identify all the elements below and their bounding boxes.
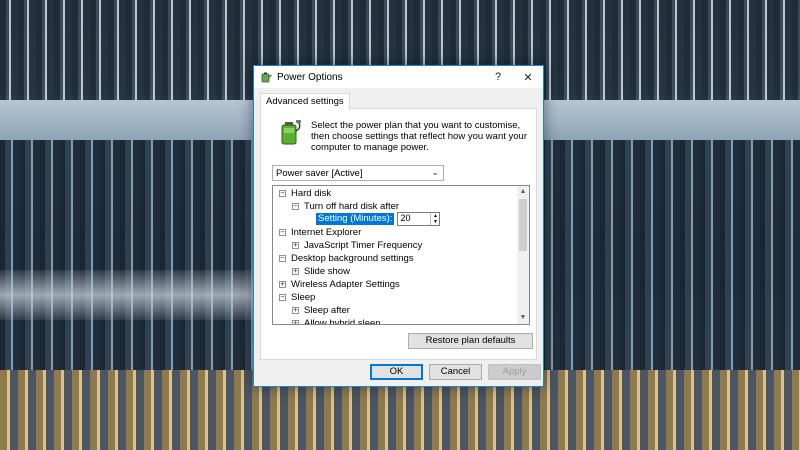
setting-minutes-stepper[interactable]: 20 ▲ ▼ <box>397 211 441 226</box>
collapse-icon[interactable]: − <box>279 255 286 262</box>
power-plan-select[interactable]: Power saver [Active] ⌄ <box>272 165 444 181</box>
expand-icon[interactable]: + <box>292 242 299 249</box>
window-title: Power Options <box>277 71 343 83</box>
tree-item-internet-explorer[interactable]: − Internet Explorer <box>279 226 361 239</box>
tree-item-setting-minutes[interactable]: Setting (Minutes): 20 ▲ ▼ <box>316 211 441 226</box>
power-options-dialog: Power Options ? ✕ Advanced settings Sele… <box>253 65 544 387</box>
tree-item-allow-hybrid-sleep[interactable]: + Allow hybrid sleep <box>292 317 381 324</box>
chevron-down-icon: ⌄ <box>431 167 439 177</box>
collapse-icon[interactable]: − <box>279 294 286 301</box>
battery-plug-icon <box>281 120 301 145</box>
collapse-icon[interactable]: − <box>279 229 286 236</box>
title-bar[interactable]: Power Options ? ✕ <box>254 66 543 88</box>
cancel-button[interactable]: Cancel <box>429 364 482 380</box>
help-button[interactable]: ? <box>483 66 513 88</box>
apply-button[interactable]: Apply <box>488 364 541 380</box>
scrollbar-thumb[interactable] <box>519 199 527 251</box>
power-options-icon <box>261 72 272 83</box>
power-plan-value: Power saver [Active] <box>276 167 363 179</box>
close-icon: ✕ <box>523 71 533 84</box>
scroll-up-icon[interactable]: ▲ <box>517 186 529 198</box>
tree-item-wireless[interactable]: + Wireless Adapter Settings <box>279 278 400 291</box>
tree-item-sleep-after[interactable]: + Sleep after <box>292 304 350 317</box>
advanced-settings-panel: Select the power plan that you want to c… <box>260 108 537 360</box>
expand-icon[interactable]: + <box>292 268 299 275</box>
setting-minutes-label: Setting (Minutes): <box>316 212 395 225</box>
wallpaper-mist <box>0 270 260 320</box>
help-icon: ? <box>494 71 502 83</box>
stepper-down-icon[interactable]: ▼ <box>431 219 439 225</box>
close-button[interactable]: ✕ <box>513 66 543 88</box>
tree-item-sleep[interactable]: − Sleep <box>279 291 315 304</box>
scroll-down-icon[interactable]: ▼ <box>517 312 529 324</box>
expand-icon[interactable]: + <box>279 281 286 288</box>
expand-icon[interactable]: + <box>292 307 299 314</box>
settings-tree[interactable]: − Hard disk − Turn off hard disk after S… <box>272 185 530 325</box>
description-text: Select the power plan that you want to c… <box>311 120 527 153</box>
tree-item-desktop-background[interactable]: − Desktop background settings <box>279 252 414 265</box>
restore-plan-defaults-button[interactable]: Restore plan defaults <box>408 333 533 349</box>
collapse-icon[interactable]: − <box>279 190 286 197</box>
tree-scrollbar[interactable]: ▲ ▼ <box>517 186 529 324</box>
tree-item-slide-show[interactable]: + Slide show <box>292 265 350 278</box>
collapse-icon[interactable]: − <box>292 203 299 210</box>
tab-advanced-settings[interactable]: Advanced settings <box>260 93 350 110</box>
tree-item-js-timer[interactable]: + JavaScript Timer Frequency <box>292 239 422 252</box>
tree-item-hard-disk[interactable]: − Hard disk <box>279 187 331 200</box>
expand-icon[interactable]: + <box>292 320 299 324</box>
ok-button[interactable]: OK <box>370 364 423 380</box>
setting-minutes-input[interactable]: 20 <box>398 213 430 224</box>
